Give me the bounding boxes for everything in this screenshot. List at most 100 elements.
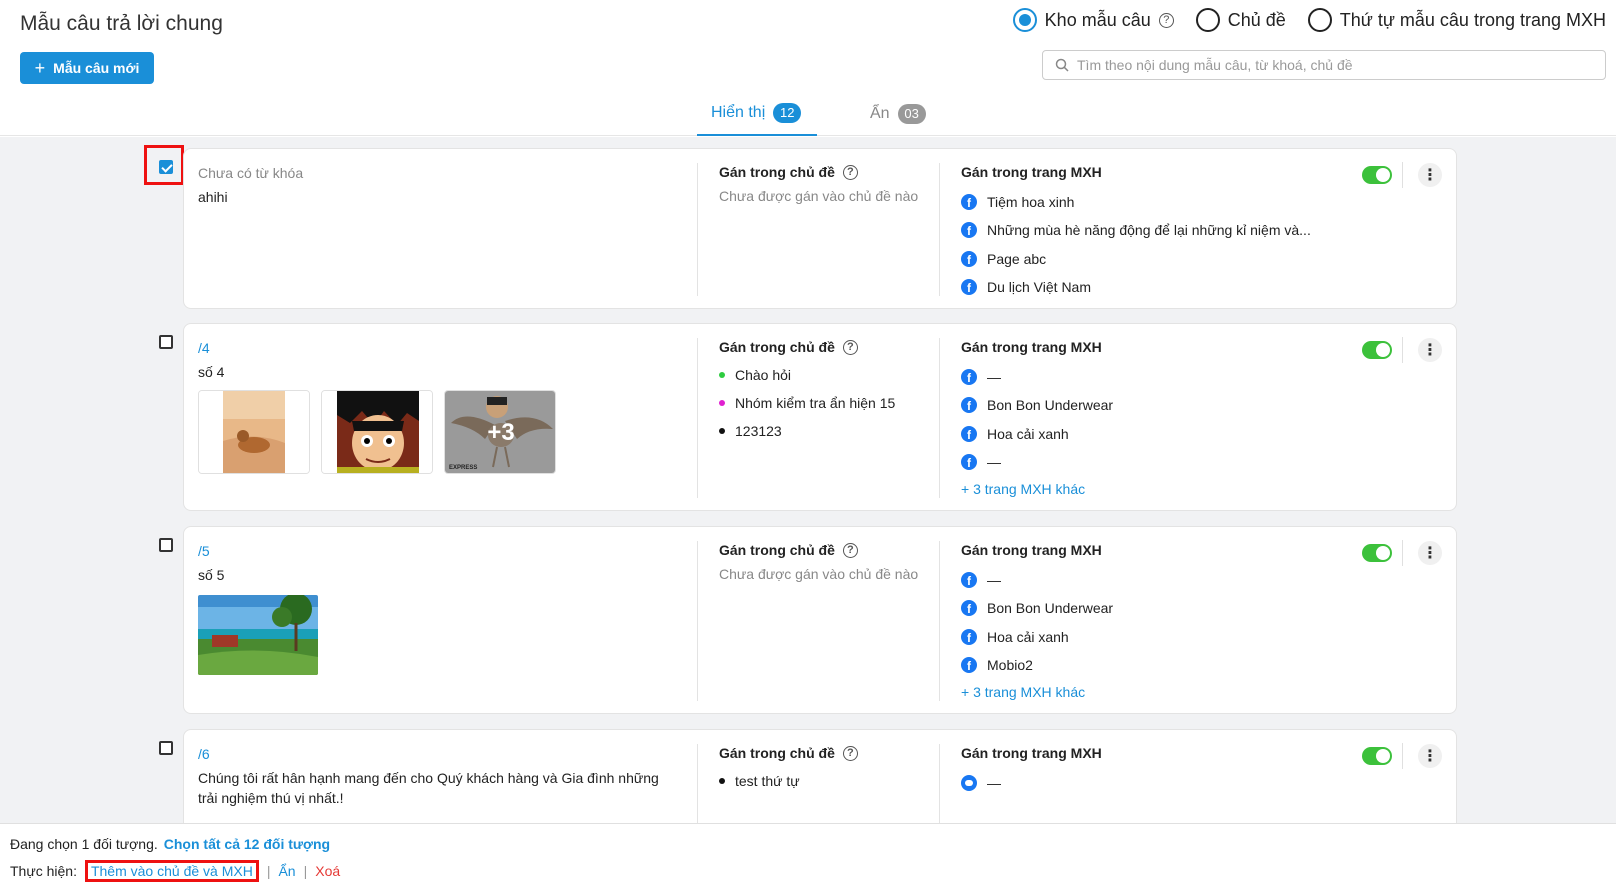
topic-column-title: Gán trong chủ đề ?	[719, 164, 858, 180]
template-text: số 4	[198, 364, 225, 380]
more-options-icon[interactable]: ⋮	[1418, 163, 1442, 187]
help-icon[interactable]: ?	[842, 745, 858, 761]
enable-toggle[interactable]	[1362, 166, 1392, 184]
topic-name: 123123	[735, 423, 782, 439]
column-divider	[939, 744, 940, 823]
topic-color-dot	[719, 372, 725, 378]
more-images-count: +3	[487, 419, 515, 446]
dog-desert-image	[199, 391, 309, 473]
page-name: —	[987, 572, 1001, 588]
row-checkbox[interactable]	[159, 160, 173, 174]
column-divider	[697, 163, 698, 296]
page-name: —	[987, 775, 1001, 791]
page-item: f Du lịch Việt Nam	[961, 279, 1091, 295]
topic-color-dot	[719, 428, 725, 434]
selected-count-text: Đang chọn 1 đối tượng.	[10, 836, 158, 852]
topic-color-dot	[719, 778, 725, 784]
page-name: Tiệm hoa xinh	[987, 194, 1075, 210]
more-pages-link[interactable]: + 3 trang MXH khác	[961, 684, 1085, 700]
radio-topic[interactable]: Chủ đề	[1195, 8, 1286, 32]
tab-label: Hiển thị	[711, 104, 766, 121]
help-icon[interactable]: ?	[842, 164, 858, 180]
more-pages-link[interactable]: + 3 trang MXH khác	[961, 481, 1085, 497]
page-item: f —	[961, 454, 1001, 470]
pages-column-title: Gán trong trang MXH	[961, 745, 1102, 761]
resort-image	[198, 595, 318, 675]
image-thumbnail[interactable]	[321, 390, 433, 474]
page-name: Bon Bon Underwear	[987, 600, 1114, 616]
tab-visible[interactable]: Hiển thị 12	[697, 92, 817, 136]
template-card: /5 số 5 Gán trong chủ đề ? Chưa được gán…	[183, 526, 1457, 714]
topic-column-title: Gán trong chủ đề ?	[719, 339, 858, 355]
topic-item: 123123	[719, 423, 782, 439]
template-text: ahihi	[198, 189, 228, 205]
help-icon[interactable]: ?	[842, 542, 858, 558]
column-divider	[697, 541, 698, 701]
page-title: Mẫu câu trả lời chung	[20, 12, 223, 35]
column-title-text: Gán trong chủ đề	[719, 339, 835, 355]
enable-toggle[interactable]	[1362, 341, 1392, 359]
row-checkbox[interactable]	[159, 538, 173, 552]
page-name: Hoa cải xanh	[987, 426, 1069, 442]
enable-toggle[interactable]	[1362, 747, 1392, 765]
more-options-icon[interactable]: ⋮	[1418, 744, 1442, 768]
bulk-actions: Thực hiện: Thêm vào chủ đề và MXH | Ẩn |…	[10, 860, 340, 882]
pages-column-title: Gán trong trang MXH	[961, 339, 1102, 355]
page-item: f Page abc	[961, 251, 1046, 267]
template-text: số 5	[198, 567, 225, 583]
page-header: Mẫu câu trả lời chung + Mẫu câu mới Kho …	[0, 0, 1616, 136]
page-name: Hoa cải xanh	[987, 629, 1069, 645]
more-options-icon[interactable]: ⋮	[1418, 338, 1442, 362]
pages-column-title: Gán trong trang MXH	[961, 164, 1102, 180]
page-item: f Bon Bon Underwear	[961, 397, 1113, 413]
keyword-label: /4	[198, 340, 210, 356]
image-thumbnail[interactable]	[198, 390, 310, 474]
page-name: —	[987, 369, 1001, 385]
page-item: f Hoa cải xanh	[961, 426, 1069, 442]
radio-page-order[interactable]: Thứ tự mẫu câu trong trang MXH	[1307, 8, 1606, 32]
count-badge: 03	[897, 104, 926, 124]
messenger-icon	[961, 775, 977, 791]
radio-template-library[interactable]: Kho mẫu câu ?	[1012, 8, 1174, 32]
enable-toggle[interactable]	[1362, 544, 1392, 562]
radio-unchecked-icon	[1195, 8, 1220, 32]
new-template-button[interactable]: + Mẫu câu mới	[20, 52, 154, 84]
select-all-link[interactable]: Chọn tất cả 12 đối tượng	[164, 836, 330, 852]
topic-column-title: Gán trong chủ đề ?	[719, 542, 858, 558]
page-item: —	[961, 775, 1001, 791]
radio-label: Chủ đề	[1227, 9, 1286, 30]
hide-link[interactable]: Ẩn	[278, 863, 295, 879]
column-title-text: Gán trong chủ đề	[719, 542, 835, 558]
help-icon[interactable]: ?	[842, 339, 858, 355]
topic-item: Nhóm kiểm tra ẩn hiện 15	[719, 395, 895, 411]
facebook-icon: f	[961, 572, 977, 588]
keyword-label: /5	[198, 543, 210, 559]
bulk-action-bar: Đang chọn 1 đối tượng. Chọn tất cả 12 đố…	[0, 823, 1616, 883]
page-item: f Bon Bon Underwear	[961, 600, 1113, 616]
add-to-topic-and-page-link[interactable]: Thêm vào chủ đề và MXH	[84, 860, 259, 882]
separator: |	[266, 863, 271, 879]
image-thumbnail-more[interactable]: +3 EXPRESS	[444, 390, 556, 474]
image-thumbnail[interactable]	[198, 595, 318, 675]
search-icon	[1055, 58, 1069, 72]
row-checkbox[interactable]	[159, 741, 173, 755]
column-divider	[939, 338, 940, 498]
new-template-label: Mẫu câu mới	[53, 60, 140, 76]
row-checkbox[interactable]	[159, 335, 173, 349]
topic-column-title: Gán trong chủ đề ?	[719, 745, 858, 761]
delete-link[interactable]: Xoá	[315, 863, 340, 879]
facebook-icon: f	[961, 222, 977, 238]
page-item: f Hoa cải xanh	[961, 629, 1069, 645]
more-options-icon[interactable]: ⋮	[1418, 541, 1442, 565]
topic-item: test thứ tự	[719, 773, 800, 789]
facebook-icon: f	[961, 600, 977, 616]
tab-label: Ẩn	[870, 105, 890, 122]
page-name: Du lịch Việt Nam	[987, 279, 1092, 295]
template-list: Chưa có từ khóa ahihi Gán trong chủ đề ?…	[0, 137, 1616, 823]
page-item: f Những mùa hè năng động để lại những kỉ …	[961, 222, 1311, 238]
radio-label: Thứ tự mẫu câu trong trang MXH	[1339, 9, 1606, 30]
search-input[interactable]	[1077, 57, 1577, 73]
tab-hidden[interactable]: Ẩn 03	[870, 92, 926, 136]
column-divider	[939, 163, 940, 296]
help-icon[interactable]: ?	[1158, 12, 1174, 28]
